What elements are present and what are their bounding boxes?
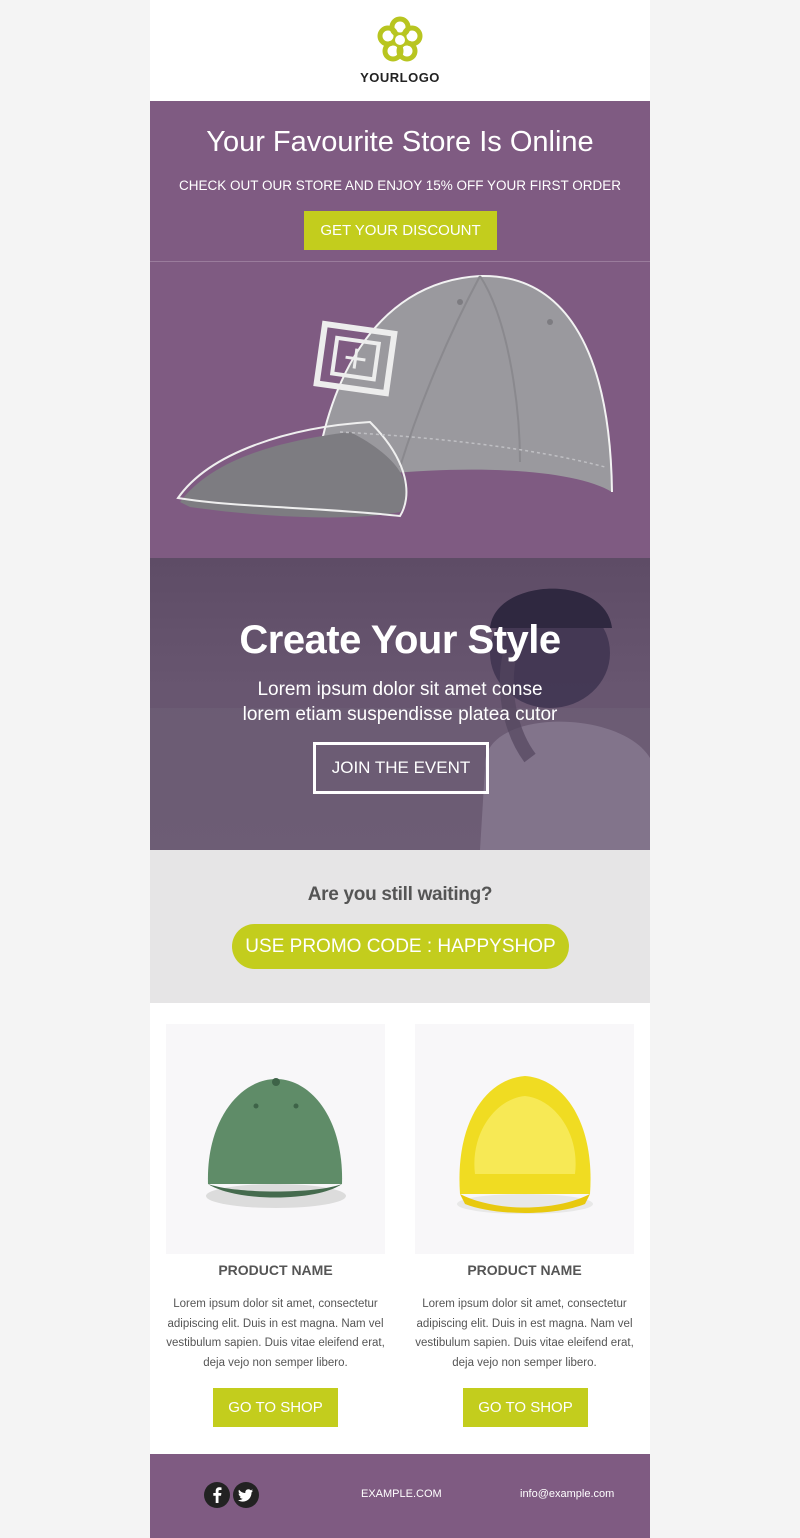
product-description-line: Lorem ipsum dolor sit amet, consectetur [422,1298,627,1310]
go-to-shop-button[interactable]: GO TO SHOP [213,1388,338,1427]
product-image-green-cap[interactable] [166,1024,385,1254]
product-image-yellow-cap[interactable] [415,1024,634,1254]
featured-cap-image-area [150,262,650,558]
style-body-text: Lorem ipsum dolor sit amet conse lorem e… [0,677,800,727]
twitter-icon[interactable] [233,1482,259,1508]
get-discount-button[interactable]: GET YOUR DISCOUNT [304,211,497,250]
logo-text: YOURLOGO [360,70,440,85]
style-body-line: lorem etiam suspendisse platea cutor [242,704,558,725]
style-body-line: Lorem ipsum dolor sit amet conse [257,679,543,700]
product-description-line: adipiscing elit. Duis in est magna. Nam … [167,1317,384,1330]
promo-title: Are you still waiting? [307,884,493,905]
product-description-line: vestibulum sapien. Duis vitae eleifend e… [166,1337,385,1349]
product-description: Lorem ipsum dolor sit amet, consectetur … [166,1295,385,1373]
product-name: PRODUCT NAME [218,1262,333,1278]
hero-subtitle: CHECK OUT OUR STORE AND ENJOY 15% OFF YO… [178,178,622,193]
style-title: Create Your Style [239,618,561,662]
product-description-line: vestibulum sapien. Duis vitae eleifend e… [415,1337,634,1349]
hero-title: Your Favourite Store Is Online [206,126,594,158]
footer-website-link[interactable]: EXAMPLE.COM [361,1488,442,1500]
facebook-icon[interactable] [204,1482,230,1508]
product-description-line: adipiscing elit. Duis in est magna. Nam … [416,1317,633,1330]
product-name: PRODUCT NAME [467,1262,582,1278]
logo-icon [377,16,423,62]
join-event-button[interactable]: JOIN THE EVENT [313,742,489,794]
go-to-shop-button[interactable]: GO TO SHOP [463,1388,588,1427]
product-description-line: deja vejo non semper libero. [203,1356,348,1369]
product-description: Lorem ipsum dolor sit amet, consectetur … [415,1295,634,1373]
promo-code-button[interactable]: USE PROMO CODE : HAPPYSHOP [232,924,569,969]
product-description-line: Lorem ipsum dolor sit amet, consectetur [173,1298,378,1310]
footer-email-link[interactable]: info@example.com [520,1488,614,1500]
grey-cap-image [176,274,613,518]
product-description-line: deja vejo non semper libero. [452,1356,597,1369]
